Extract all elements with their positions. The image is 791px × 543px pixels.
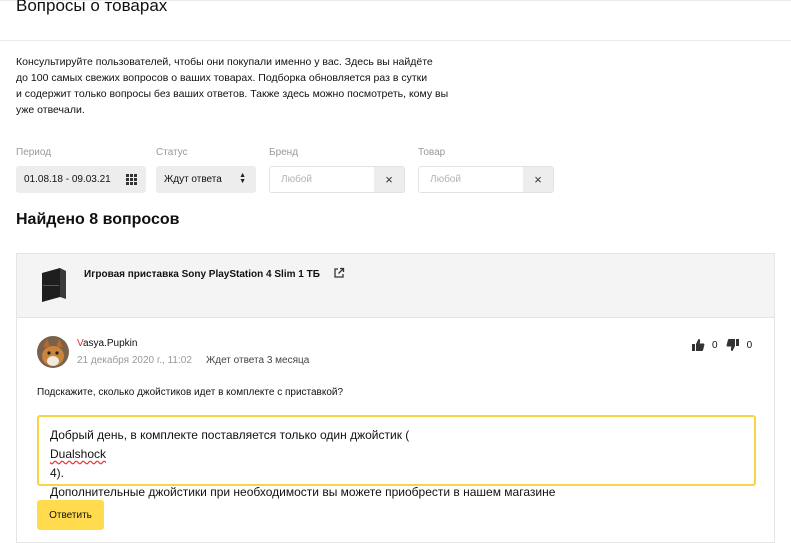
- brand-label: Бренд: [269, 147, 299, 158]
- period-label: Период: [16, 147, 52, 158]
- intro-line: и содержит только вопросы без ваших отве…: [16, 88, 449, 100]
- dislikes-count: 0: [746, 339, 753, 351]
- page-title: Вопросы о товарах: [16, 0, 168, 15]
- question-card: Игровая приставка Sony PlayStation 4 Sli…: [16, 253, 775, 543]
- product-name[interactable]: Игровая приставка Sony PlayStation 4 Sli…: [84, 269, 320, 280]
- product-thumbnail: [42, 268, 66, 302]
- results-count: Найдено 8 вопросов: [16, 211, 180, 228]
- username[interactable]: Vasya.Pupkin: [77, 338, 137, 349]
- answer-line: Добрый день, в комплекте поставляется то…: [50, 428, 410, 480]
- answer-textarea[interactable]: Добрый день, в комплекте поставляется то…: [37, 415, 756, 499]
- sort-arrows-icon: ▲ ▼: [239, 172, 246, 185]
- intro-line: уже отвечали.: [16, 104, 85, 116]
- answer-line: Дополнительные джойстики при необходимос…: [50, 485, 556, 499]
- status-select[interactable]: Ждут ответа ▲ ▼: [156, 166, 256, 193]
- intro-line: Консультируйте пользователей, чтобы они …: [16, 56, 433, 68]
- brand-input[interactable]: Любой: [281, 174, 312, 185]
- question-text: Подскажите, сколько джойстиков идет в ко…: [37, 387, 344, 398]
- product-header: Игровая приставка Sony PlayStation 4 Sli…: [17, 254, 774, 318]
- product-clear-button[interactable]: ×: [523, 167, 553, 192]
- username-rest: asya.Pupkin: [82, 338, 138, 349]
- question-date: 21 декабря 2020 г., 11:02: [77, 355, 192, 366]
- intro-line: до 100 самых свежих вопросов о ваших тов…: [16, 72, 428, 84]
- calendar-icon: [126, 174, 137, 185]
- votes: 0 0: [691, 338, 752, 352]
- spellcheck-word: Dualshock: [50, 447, 107, 461]
- avatar: [37, 336, 69, 368]
- status-value: Ждут ответа: [164, 174, 222, 185]
- brand-clear-button[interactable]: ×: [374, 167, 404, 192]
- product-filter: Любой ×: [418, 166, 554, 193]
- header-divider: [0, 40, 791, 41]
- reply-button[interactable]: Ответить: [37, 500, 104, 530]
- thumbs-up-icon[interactable]: [691, 338, 705, 352]
- wait-status: Ждет ответа 3 месяца: [206, 355, 310, 366]
- likes-count: 0: [712, 339, 718, 351]
- status-label: Статус: [156, 147, 188, 158]
- period-value: 01.08.18 - 09.03.21: [24, 174, 111, 185]
- external-link-icon[interactable]: [333, 267, 345, 279]
- thumbs-down-icon[interactable]: [726, 338, 740, 352]
- period-picker[interactable]: 01.08.18 - 09.03.21: [16, 166, 146, 193]
- brand-filter: Любой ×: [269, 166, 405, 193]
- intro-text: Консультируйте пользователей, чтобы они …: [16, 54, 466, 118]
- product-label: Товар: [418, 147, 446, 158]
- product-input[interactable]: Любой: [430, 174, 461, 185]
